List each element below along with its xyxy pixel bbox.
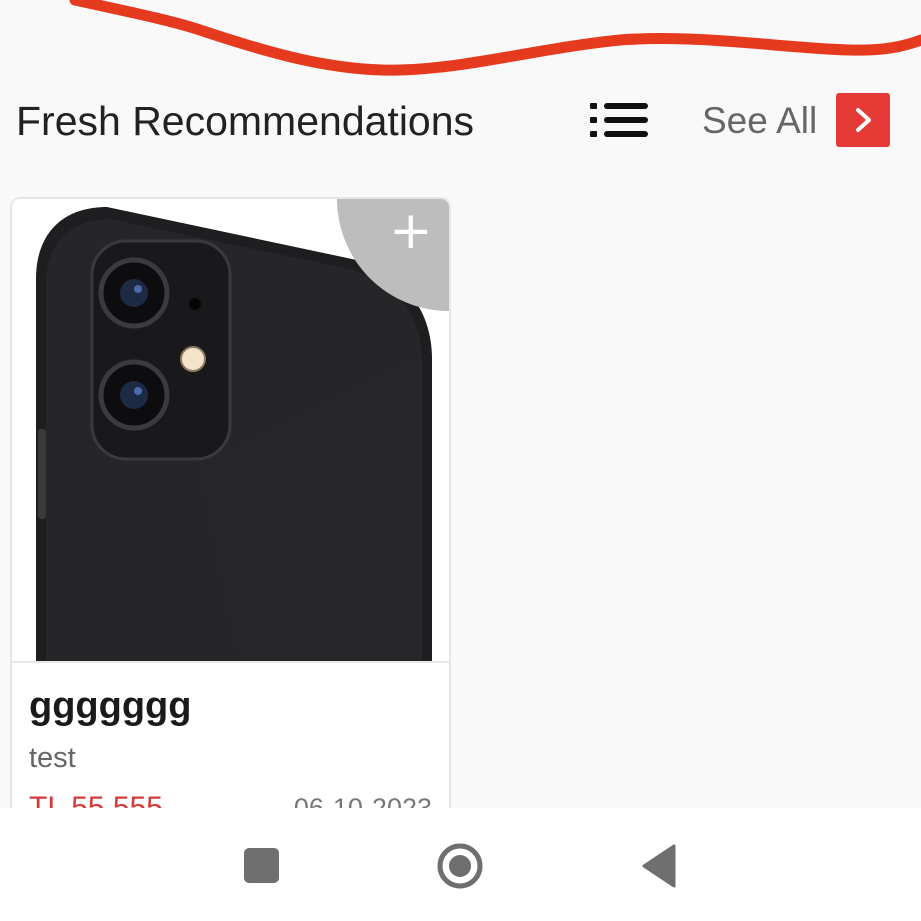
section-title: Fresh Recommendations xyxy=(16,98,475,144)
plus-icon: + xyxy=(389,201,433,261)
product-card[interactable]: + ggggggg test TL 55,555 06-10-2023 xyxy=(10,197,451,837)
list-icon[interactable] xyxy=(588,100,650,140)
product-name: ggggggg xyxy=(29,685,192,727)
scribble-annotation xyxy=(69,0,921,76)
card-divider xyxy=(12,661,449,663)
product-description: test xyxy=(29,742,76,774)
chevron-right-icon xyxy=(856,108,871,132)
system-nav-bar xyxy=(0,808,921,921)
see-all-link[interactable]: See All xyxy=(702,100,817,142)
circle-icon[interactable] xyxy=(436,842,484,890)
square-icon[interactable] xyxy=(244,848,279,883)
see-all-button[interactable] xyxy=(836,93,890,147)
triangle-back-icon[interactable] xyxy=(640,844,676,888)
